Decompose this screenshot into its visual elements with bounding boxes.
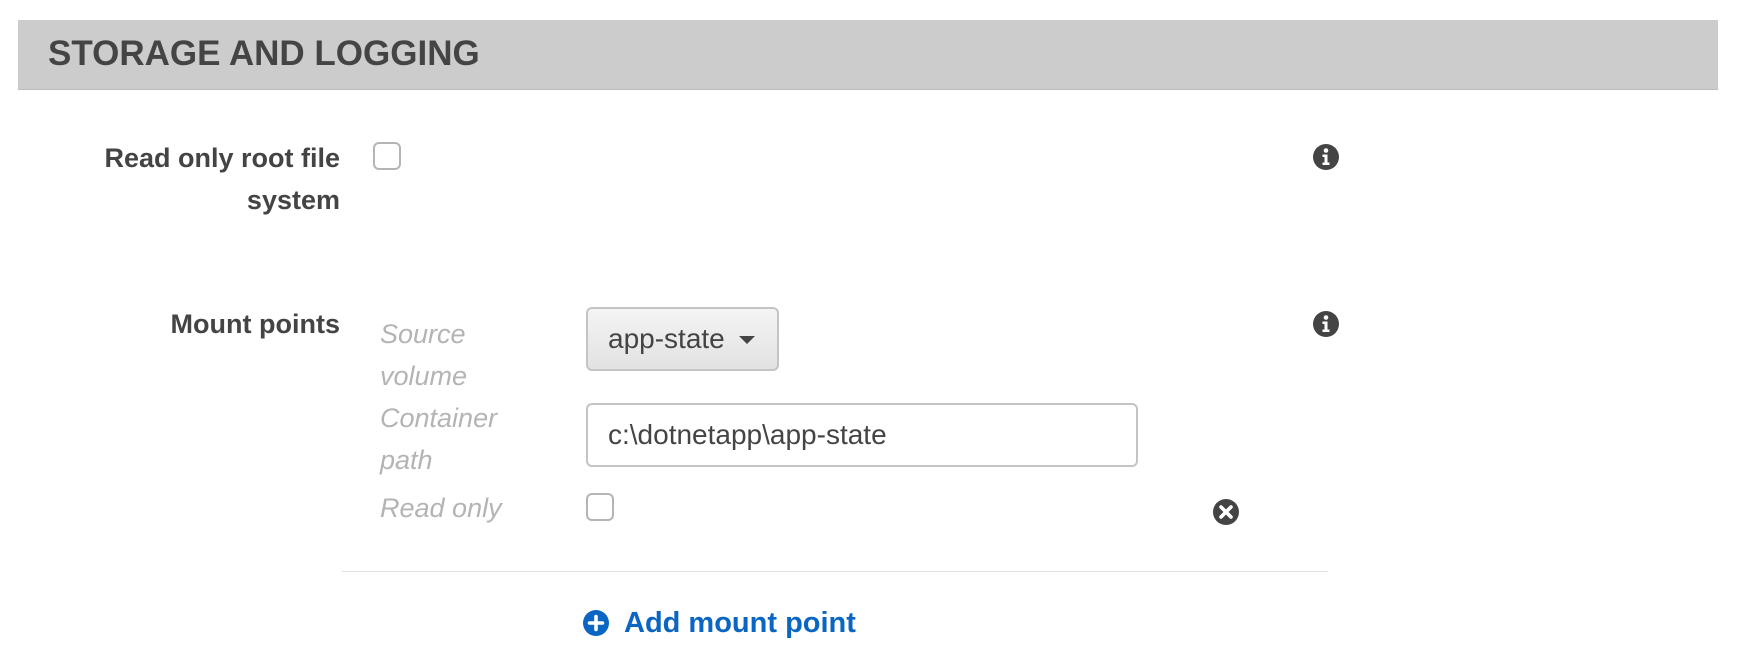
add-mount-point-button[interactable]: Add mount point	[582, 606, 856, 640]
add-mount-point-label: Add mount point	[624, 606, 856, 639]
info-icon[interactable]	[1312, 143, 1340, 171]
mount-points-label: Mount points	[170, 309, 340, 339]
info-icon[interactable]	[1312, 310, 1340, 338]
mount-read-only-label: Read only	[380, 493, 502, 523]
close-circle-icon[interactable]	[1212, 498, 1240, 526]
container-path-label: Container path	[380, 397, 540, 481]
source-volume-value: app-state	[608, 323, 725, 354]
storage-and-logging-panel: STORAGE AND LOGGING Read only root file …	[0, 0, 1738, 664]
caret-down-icon	[739, 336, 755, 344]
section-header: STORAGE AND LOGGING	[18, 20, 1718, 90]
source-volume-label: Source volume	[380, 313, 540, 397]
plus-circle-icon	[583, 610, 609, 636]
source-volume-label-line2: volume	[380, 361, 468, 391]
section-title: STORAGE AND LOGGING	[48, 34, 480, 73]
read-only-root-label: Read only root file system	[40, 137, 340, 221]
read-only-root-checkbox[interactable]	[373, 142, 401, 170]
divider	[342, 571, 1328, 572]
read-only-root-label-line1: Read only root file	[104, 143, 340, 173]
source-volume-label-line1: Source	[380, 319, 466, 349]
container-path-input[interactable]	[586, 403, 1138, 467]
mount-read-only-checkbox[interactable]	[586, 493, 614, 521]
container-path-label-line2: path	[380, 445, 433, 475]
container-path-label-line1: Container	[380, 403, 498, 433]
read-only-root-label-line2: system	[246, 185, 340, 215]
source-volume-select[interactable]: app-state	[586, 307, 779, 371]
